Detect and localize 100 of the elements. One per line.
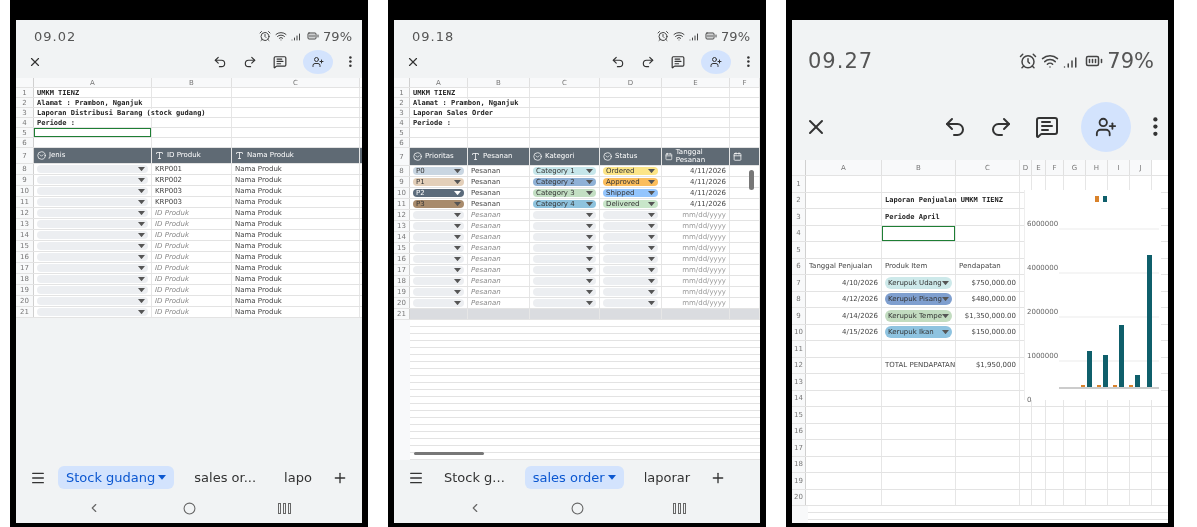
comment-button[interactable] bbox=[1035, 115, 1060, 139]
comment-button[interactable] bbox=[671, 55, 686, 69]
dropdown-chip[interactable] bbox=[533, 288, 596, 296]
dropdown-chip[interactable] bbox=[413, 222, 464, 230]
battery-icon bbox=[705, 30, 718, 42]
home-icon bbox=[571, 501, 584, 515]
status-time: 09.27 bbox=[808, 49, 874, 73]
alarm-icon bbox=[1019, 52, 1038, 70]
close-icon bbox=[28, 55, 42, 69]
dropdown-chip[interactable] bbox=[533, 299, 596, 307]
comment-icon bbox=[273, 55, 288, 69]
alarm-icon bbox=[259, 30, 272, 42]
recents-button[interactable] bbox=[278, 502, 291, 514]
calendar-icon bbox=[733, 152, 742, 161]
undo-button[interactable] bbox=[611, 55, 626, 69]
selected-cell[interactable] bbox=[882, 225, 955, 241]
sheet-tab[interactable]: lapo bbox=[276, 466, 320, 489]
legend-swatch bbox=[1103, 196, 1107, 202]
calendar-icon bbox=[665, 152, 673, 161]
close-icon bbox=[406, 55, 420, 69]
redo-button[interactable] bbox=[243, 55, 258, 69]
more-button[interactable] bbox=[349, 56, 352, 68]
sheet-tab[interactable]: Stock gudang bbox=[58, 466, 175, 489]
text-column-icon bbox=[235, 151, 244, 160]
bar bbox=[1087, 351, 1092, 387]
dropdown-chip[interactable] bbox=[603, 299, 658, 307]
dropdown-chip[interactable] bbox=[603, 211, 658, 219]
dropdown-column-icon bbox=[413, 152, 422, 161]
caret-icon bbox=[942, 297, 949, 302]
close-button[interactable] bbox=[28, 55, 42, 69]
share-button[interactable] bbox=[303, 50, 334, 74]
dropdown-chip[interactable] bbox=[603, 277, 658, 285]
dropdown-chip[interactable] bbox=[533, 244, 596, 252]
dropdown-chip[interactable] bbox=[533, 255, 596, 263]
more-icon bbox=[1153, 117, 1158, 137]
bar bbox=[1135, 375, 1140, 387]
dropdown-chip[interactable] bbox=[413, 233, 464, 241]
dropdown-chip[interactable] bbox=[413, 266, 464, 274]
dropdown-chip[interactable] bbox=[413, 288, 464, 296]
recents-button[interactable] bbox=[672, 502, 686, 514]
comment-icon bbox=[1035, 115, 1060, 139]
dropdown-column-icon bbox=[603, 152, 612, 161]
battery-level: 79% bbox=[323, 28, 352, 44]
sheet-tab[interactable]: laporar bbox=[635, 466, 699, 489]
recents-icon bbox=[278, 502, 291, 514]
dropdown-chip[interactable] bbox=[533, 277, 596, 285]
battery-level: 79% bbox=[721, 28, 750, 44]
dropdown-chip[interactable] bbox=[603, 233, 658, 241]
caret-icon bbox=[607, 475, 616, 480]
scrollbar-thumb[interactable] bbox=[414, 452, 484, 455]
share-button[interactable] bbox=[701, 50, 732, 74]
scrollbar-thumb[interactable] bbox=[749, 170, 754, 190]
close-button[interactable] bbox=[406, 55, 420, 69]
dropdown-chip[interactable] bbox=[533, 233, 596, 241]
more-icon bbox=[349, 56, 352, 68]
more-button[interactable] bbox=[1153, 117, 1158, 137]
sheet-tab[interactable]: sales order bbox=[524, 466, 624, 489]
undo-icon bbox=[213, 55, 228, 69]
home-button[interactable] bbox=[183, 501, 196, 515]
dropdown-chip[interactable] bbox=[413, 299, 464, 307]
dropdown-chip[interactable] bbox=[413, 244, 464, 252]
battery-icon bbox=[307, 30, 320, 42]
redo-button[interactable] bbox=[641, 55, 656, 69]
dropdown-column-icon bbox=[533, 152, 542, 161]
corner-cell[interactable] bbox=[16, 78, 34, 87]
add-person-icon bbox=[710, 56, 723, 68]
comment-icon bbox=[671, 55, 686, 69]
sheet-tab[interactable]: Stock g... bbox=[436, 466, 513, 489]
dropdown-chip[interactable] bbox=[413, 211, 464, 219]
more-button[interactable] bbox=[747, 56, 750, 68]
dropdown-chip[interactable] bbox=[603, 288, 658, 296]
dropdown-chip[interactable] bbox=[533, 211, 596, 219]
corner-cell[interactable] bbox=[394, 78, 410, 87]
dropdown-chip[interactable] bbox=[603, 266, 658, 274]
sheet-tab[interactable]: sales or... bbox=[186, 466, 265, 489]
caret-icon bbox=[158, 475, 167, 480]
dropdown-chip[interactable] bbox=[533, 222, 596, 230]
undo-button[interactable] bbox=[213, 55, 228, 69]
recents-icon bbox=[672, 502, 686, 514]
corner-cell[interactable] bbox=[792, 160, 806, 175]
dropdown-chip[interactable] bbox=[603, 255, 658, 263]
wifi-icon bbox=[1041, 52, 1060, 70]
alarm-icon bbox=[657, 30, 670, 42]
dropdown-chip[interactable] bbox=[603, 222, 658, 230]
bar bbox=[1119, 325, 1124, 387]
redo-icon bbox=[243, 55, 258, 69]
comment-button[interactable] bbox=[273, 55, 288, 69]
redo-icon bbox=[641, 55, 656, 69]
text-column-icon bbox=[155, 151, 164, 160]
selected-cell[interactable] bbox=[34, 128, 151, 137]
dropdown-chip[interactable] bbox=[413, 277, 464, 285]
status-time: 09.02 bbox=[34, 28, 77, 44]
home-button[interactable] bbox=[571, 501, 584, 515]
legend-swatch bbox=[1095, 196, 1099, 202]
share-button[interactable] bbox=[1081, 102, 1132, 152]
dropdown-chip[interactable] bbox=[603, 244, 658, 252]
more-icon bbox=[747, 56, 750, 68]
dropdown-chip[interactable] bbox=[533, 266, 596, 274]
dropdown-chip[interactable] bbox=[413, 255, 464, 263]
battery-level: 79% bbox=[1107, 49, 1154, 73]
